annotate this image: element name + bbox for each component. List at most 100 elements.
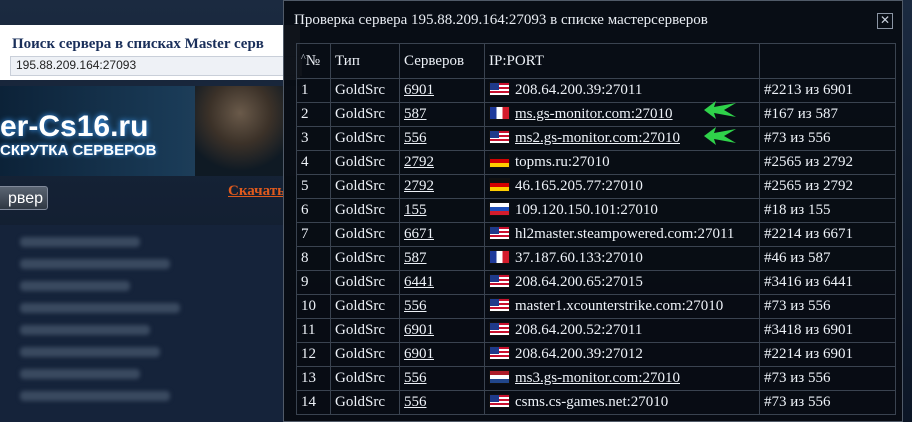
servers-count-link[interactable]: 2792 [404, 154, 434, 170]
servers-count-link[interactable]: 6901 [404, 346, 434, 362]
row-servers-cell: 556 [399, 294, 485, 319]
row-position: #2214 из 6671 [759, 222, 896, 247]
us-flag-icon [489, 346, 510, 360]
ipport-text: 208.64.200.65:27015 [515, 274, 643, 290]
table-row: 6 GoldSrc 155 109.120.150.101:27010 #18 из 1… [296, 198, 896, 223]
table-row: 2 GoldSrc 587 ms.gs-monitor.com:27010 #167 и… [296, 102, 896, 127]
row-servers-cell: 587 [399, 246, 485, 271]
row-type: GoldSrc [330, 366, 400, 391]
column-header-num[interactable]: ^№ [296, 43, 331, 79]
row-servers-cell: 6441 [399, 270, 485, 295]
table-row: 5 GoldSrc 2792 46.165.205.77:27010 #2565 из … [296, 174, 896, 199]
ipport-text: hl2master.steampowered.com:27011 [515, 226, 735, 242]
row-servers-cell: 6901 [399, 318, 485, 343]
row-position: #73 из 556 [759, 294, 896, 319]
table-row: 10 GoldSrc 556 master1.xcounterstrike.com:2… [296, 294, 896, 319]
row-type: GoldSrc [330, 246, 400, 271]
row-number: 6 [296, 198, 331, 223]
us-flag-icon [489, 322, 510, 336]
ipport-text: topms.ru:27010 [515, 154, 610, 170]
row-position: #3418 из 6901 [759, 318, 896, 343]
servers-count-link[interactable]: 556 [404, 394, 427, 410]
de-flag-icon [489, 178, 510, 192]
row-servers-cell: 6901 [399, 342, 485, 367]
row-number: 13 [296, 366, 331, 391]
table-row: 7 GoldSrc 6671 hl2master.steampowered.com:2… [296, 222, 896, 247]
row-position: #3416 из 6441 [759, 270, 896, 295]
servers-count-link[interactable]: 587 [404, 106, 427, 122]
row-ipport-cell: 208.64.200.65:27015 [484, 270, 760, 295]
column-header-servers[interactable]: Серверов [399, 43, 485, 79]
row-number: 11 [296, 318, 331, 343]
servers-count-link[interactable]: 6441 [404, 274, 434, 290]
blurred-row [20, 281, 130, 291]
servers-count-link[interactable]: 556 [404, 298, 427, 314]
download-link[interactable]: Скачать [228, 183, 285, 200]
servers-count-link[interactable]: 155 [404, 202, 427, 218]
row-ipport-cell: 208.64.200.52:27011 [484, 318, 760, 343]
row-type: GoldSrc [330, 222, 400, 247]
servers-count-link[interactable]: 556 [404, 130, 427, 146]
row-ipport-cell: 109.120.150.101:27010 [484, 198, 760, 223]
servers-count-link[interactable]: 587 [404, 250, 427, 266]
servers-count-link[interactable]: 556 [404, 370, 427, 386]
row-ipport-cell: topms.ru:27010 [484, 150, 760, 175]
row-number: 4 [296, 150, 331, 175]
blurred-row [20, 369, 140, 379]
row-type: GoldSrc [330, 342, 400, 367]
ipport-link[interactable]: ms.gs-monitor.com:27010 [515, 106, 673, 122]
row-servers-cell: 556 [399, 126, 485, 151]
blurred-row [20, 325, 150, 335]
row-type: GoldSrc [330, 150, 400, 175]
site-logo: er-Cs16.ru [0, 110, 149, 143]
ipport-text: 208.64.200.39:27011 [515, 82, 643, 98]
row-ipport-cell: 46.165.205.77:27010 [484, 174, 760, 199]
dialog-title: Проверка сервера 195.88.209.164:27093 в … [294, 12, 708, 28]
table-row: 1 GoldSrc 6901 208.64.200.39:27011 #2213 из … [296, 78, 896, 103]
row-ipport-cell: ms3.gs-monitor.com:27010 [484, 366, 760, 391]
table-row: 4 GoldSrc 2792 topms.ru:27010 #2565 из 2792 [296, 150, 896, 175]
column-header-type[interactable]: Тип [330, 43, 400, 79]
row-position: #167 из 587 [759, 102, 896, 127]
row-position: #73 из 556 [759, 366, 896, 391]
blurred-row [20, 347, 160, 357]
table-row: 8 GoldSrc 587 37.187.60.133:27010 #46 из 587 [296, 246, 896, 271]
ipport-link[interactable]: ms3.gs-monitor.com:27010 [515, 370, 680, 386]
column-header-position[interactable] [759, 43, 896, 79]
column-header-ipport[interactable]: IP:PORT [484, 43, 760, 79]
fr-flag-icon [489, 250, 510, 264]
ipport-text: 208.64.200.39:27012 [515, 346, 643, 362]
us-flag-icon [489, 298, 510, 312]
us-flag-icon [489, 82, 510, 96]
servers-count-link[interactable]: 6671 [404, 226, 434, 242]
row-number: 9 [296, 270, 331, 295]
row-servers-cell: 6901 [399, 78, 485, 103]
table-row: 13 GoldSrc 556 ms3.gs-monitor.com:27010 #73 … [296, 366, 896, 391]
row-servers-cell: 587 [399, 102, 485, 127]
ipport-link[interactable]: ms2.gs-monitor.com:27010 [515, 130, 680, 146]
row-type: GoldSrc [330, 318, 400, 343]
row-number: 3 [296, 126, 331, 151]
row-ipport-cell: master1.xcounterstrike.com:27010 [484, 294, 760, 319]
blurred-row [20, 259, 170, 269]
servers-count-link[interactable]: 2792 [404, 178, 434, 194]
table-row: 9 GoldSrc 6441 208.64.200.65:27015 #3416 из … [296, 270, 896, 295]
ipport-text: 208.64.200.52:27011 [515, 322, 643, 338]
de-flag-icon [489, 154, 510, 168]
row-ipport-cell: hl2master.steampowered.com:27011 [484, 222, 760, 247]
servers-count-link[interactable]: 6901 [404, 82, 434, 98]
soldier-image [195, 86, 285, 176]
servers-count-link[interactable]: 6901 [404, 322, 434, 338]
row-type: GoldSrc [330, 126, 400, 151]
server-button[interactable]: рвер [0, 186, 48, 210]
close-icon[interactable]: ✕ [877, 13, 893, 29]
blurred-server-list [0, 225, 290, 422]
ipport-text: 37.187.60.133:27010 [515, 250, 643, 266]
highlight-arrow-icon [704, 127, 736, 145]
master-check-dialog: Проверка сервера 195.88.209.164:27093 в … [283, 0, 903, 422]
row-servers-cell: 2792 [399, 174, 485, 199]
ipport-text: 109.120.150.101:27010 [515, 202, 658, 218]
row-number: 8 [296, 246, 331, 271]
highlight-arrow-icon [704, 101, 736, 119]
blurred-row [20, 237, 140, 247]
